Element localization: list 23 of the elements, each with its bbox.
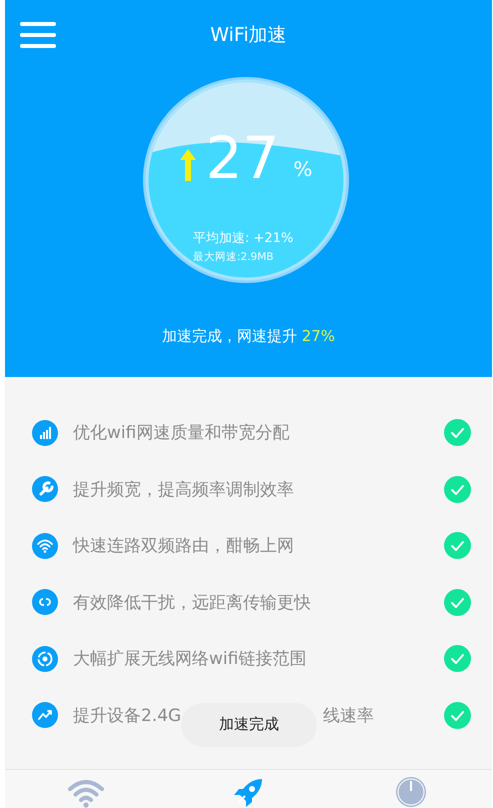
percent-unit: % bbox=[293, 157, 312, 181]
result-caption: 加速完成，网速提升 27% bbox=[160, 327, 336, 346]
task-text: 线速率 bbox=[323, 704, 374, 727]
max-speed: 最大网速:2.9MB bbox=[193, 250, 274, 264]
link-icon bbox=[32, 589, 58, 616]
task-text: 快速连路双频路由，酣畅上网 bbox=[73, 535, 294, 558]
trend-icon bbox=[32, 702, 58, 728]
wrench-icon bbox=[32, 476, 58, 502]
task-text: 优化wifi网速质量和带宽分配 bbox=[73, 422, 290, 444]
up-arrow-icon bbox=[180, 149, 196, 181]
wifi-icon bbox=[32, 532, 58, 559]
average-boost: 平均加速: +21% bbox=[193, 230, 294, 247]
gauge-icon[interactable] bbox=[394, 776, 427, 808]
task-text: 大幅扩展无线网络wifi链接范围 bbox=[73, 648, 306, 670]
screen-title: WiFi加速 bbox=[210, 23, 287, 48]
task-text: 提升设备2.4G bbox=[73, 704, 182, 727]
task-text: 提升频宽，提高频率调制效率 bbox=[73, 478, 294, 501]
speed-percent: 27 bbox=[206, 127, 280, 189]
cycle-icon bbox=[32, 646, 58, 672]
signal-bars-icon bbox=[32, 420, 58, 446]
task-text: 有效降低干扰，远距离传输更快 bbox=[73, 592, 311, 614]
toast-message: 加速完成 bbox=[181, 702, 317, 747]
menu-icon[interactable] bbox=[20, 22, 56, 48]
